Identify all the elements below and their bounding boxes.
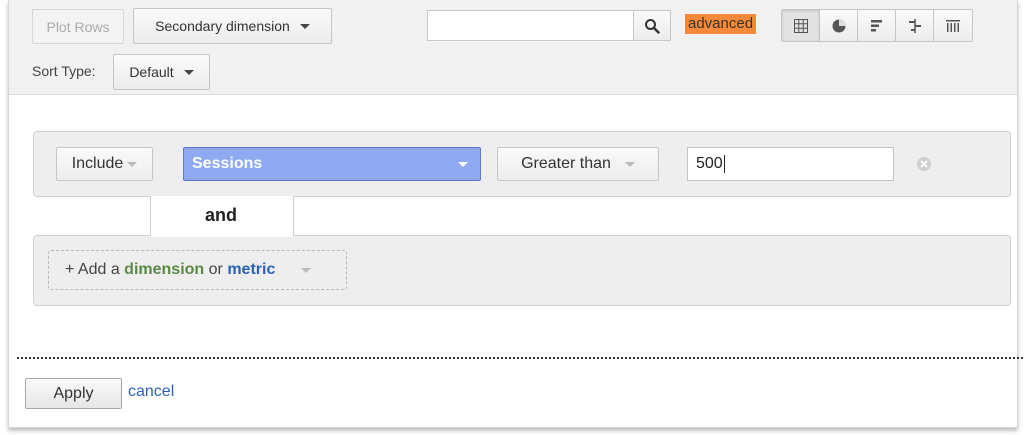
pivot-view-button[interactable] (934, 10, 972, 41)
filter-value-input[interactable]: 500 (687, 147, 894, 181)
apply-button[interactable]: Apply (25, 378, 122, 409)
pie-view-button[interactable] (820, 10, 858, 41)
apply-label: Apply (53, 384, 94, 402)
chevron-down-icon (624, 161, 635, 167)
sort-type-value: Default (129, 64, 174, 80)
plot-rows-button[interactable]: Plot Rows (32, 9, 124, 44)
bar-chart-icon (870, 19, 882, 31)
table-view-button[interactable] (782, 10, 820, 41)
report-toolbar: Plot Rows Secondary dimension advanced S… (9, 0, 1017, 95)
dimension-word: dimension (124, 261, 205, 278)
sort-type-dropdown[interactable]: Default (113, 54, 210, 90)
or-word: or (208, 261, 223, 278)
section-divider (17, 357, 1023, 359)
remove-condition-icon[interactable] (916, 156, 932, 172)
operator-dropdown[interactable]: Greater than (497, 147, 659, 181)
chevron-down-icon (458, 161, 468, 167)
chevron-down-icon (299, 23, 310, 29)
performance-view-button[interactable] (858, 10, 896, 41)
include-exclude-dropdown[interactable]: Include (56, 147, 153, 181)
chevron-down-icon (127, 161, 138, 167)
table-icon (793, 18, 808, 33)
include-label: Include (71, 155, 124, 172)
and-label: and (205, 205, 238, 225)
plot-rows-label: Plot Rows (46, 18, 110, 35)
advanced-filter-panel: Plot Rows Secondary dimension advanced S… (8, 0, 1023, 428)
pie-chart-icon (832, 19, 845, 32)
filter-value-text: 500 (696, 155, 723, 172)
sort-type-label: Sort Type: (32, 63, 96, 79)
add-prefix: + Add a (65, 261, 120, 278)
tab-joint (151, 234, 293, 237)
pivot-icon (946, 19, 960, 32)
view-toggle-group (781, 9, 973, 42)
secondary-dimension-dropdown[interactable]: Secondary dimension (133, 8, 332, 44)
search-button[interactable] (633, 10, 671, 41)
metric-select[interactable]: Sessions (183, 147, 481, 181)
cancel-link[interactable]: cancel (128, 383, 174, 401)
search-icon (645, 18, 660, 34)
secondary-dimension-label: Secondary dimension (155, 18, 290, 34)
search-input[interactable] (427, 10, 634, 41)
operator-value: Greater than (521, 155, 611, 172)
metric-select-value: Sessions (192, 155, 263, 172)
comparison-icon (908, 18, 921, 33)
text-cursor (723, 155, 725, 173)
advanced-link[interactable]: advanced (685, 14, 757, 34)
chevron-down-icon (301, 267, 312, 273)
chevron-down-icon (183, 69, 194, 75)
add-dimension-or-metric-button[interactable]: + Add a dimension or metric (48, 250, 347, 290)
comparison-view-button[interactable] (896, 10, 934, 41)
metric-word: metric (227, 261, 276, 278)
